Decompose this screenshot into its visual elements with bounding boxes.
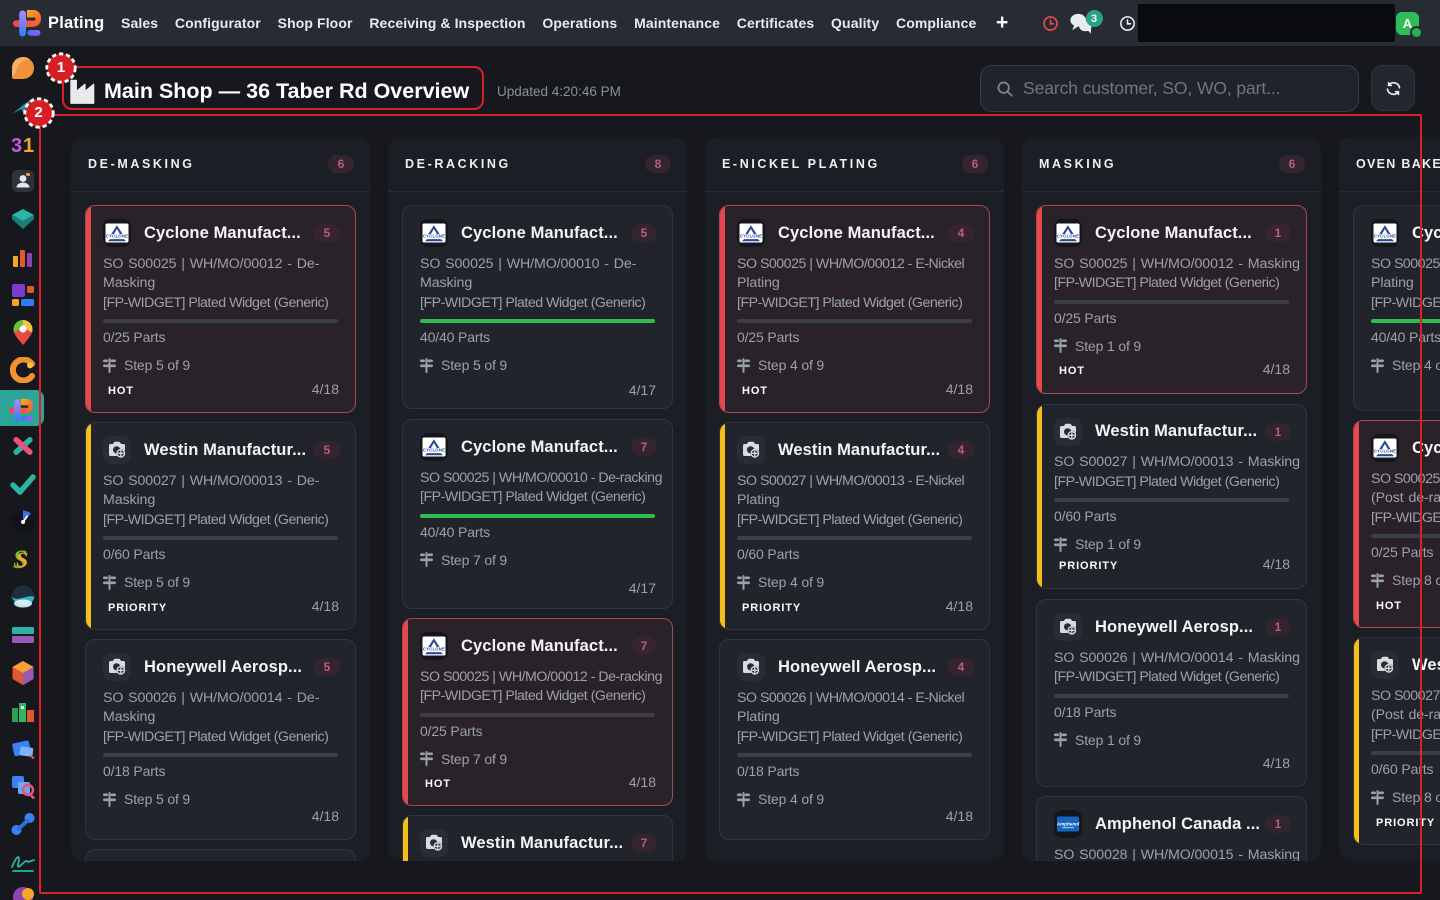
svg-text:S: S [16, 547, 28, 572]
svg-text:3: 3 [11, 135, 22, 157]
svg-text:1: 1 [23, 135, 34, 157]
